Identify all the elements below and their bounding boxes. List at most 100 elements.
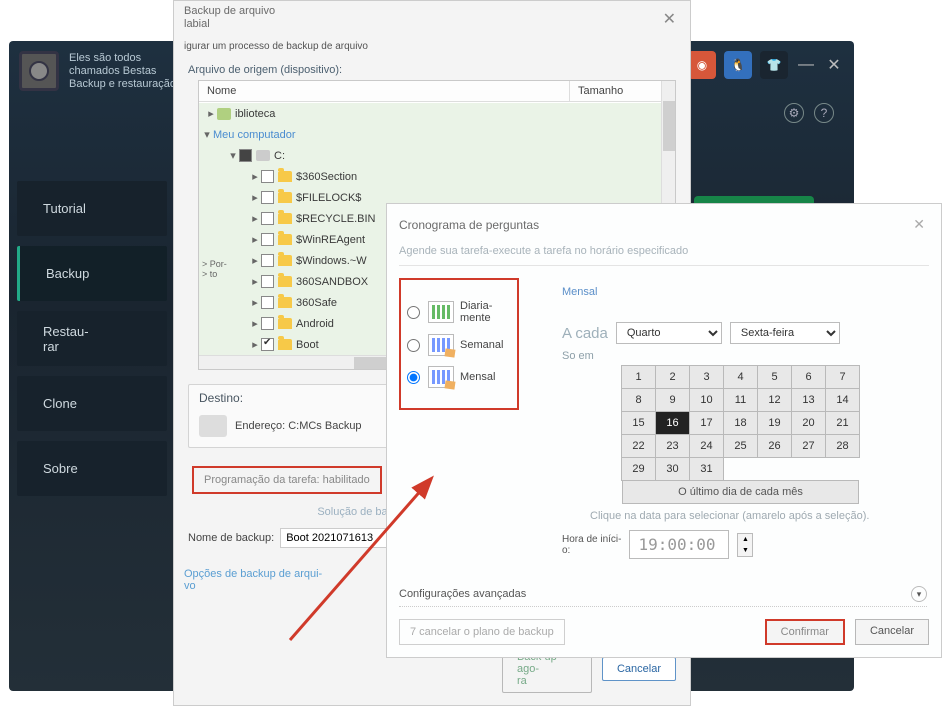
destination-path[interactable]: Endereço: C:MCs Backup [235, 420, 362, 432]
cancel-button[interactable]: Cancelar [602, 657, 676, 681]
calendar-weekly-icon [428, 334, 454, 356]
calendar-day[interactable]: 14 [825, 388, 860, 412]
calendar-day[interactable]: 1 [621, 365, 656, 389]
node-mycomputer[interactable]: Meu computador [213, 129, 296, 141]
calendar-day[interactable]: 25 [723, 434, 758, 458]
options-link[interactable]: Opções de backup de arqui- vo [184, 568, 344, 592]
cancel-button[interactable]: Cancelar [855, 619, 929, 645]
backup-name-label: Nome de backup: [188, 532, 274, 544]
schedule-right-panel: Mensal A cada Quarto Sexta-feira So em 1… [562, 286, 927, 522]
calendar-day[interactable]: 26 [757, 434, 792, 458]
calendar-day[interactable]: 29 [621, 457, 656, 481]
node-drive[interactable]: C: [274, 150, 285, 162]
calendar-day[interactable]: 15 [621, 411, 656, 435]
drive-checkbox[interactable] [239, 149, 252, 162]
calendar-day[interactable]: 27 [791, 434, 826, 458]
calendar-day[interactable]: 2 [655, 365, 690, 389]
advanced-row[interactable]: Configurações avançadas ▾ [399, 586, 927, 607]
calendar-day[interactable]: 8 [621, 388, 656, 412]
sidebar-item-about[interactable]: Sobre [17, 441, 167, 496]
app-icon [19, 51, 59, 91]
calendar-day[interactable]: 31 [689, 457, 724, 481]
calendar-day[interactable]: 30 [655, 457, 690, 481]
calendar-day[interactable]: 24 [689, 434, 724, 458]
folder-checkbox[interactable] [261, 191, 274, 204]
period-options: Diaria- mente Semanal Mensal [399, 278, 519, 410]
label-monthly: Mensal [460, 371, 495, 383]
start-time-input[interactable] [629, 530, 729, 559]
share-icon[interactable]: ◉ [688, 51, 716, 79]
tree-header: Nome Tamanho [199, 81, 675, 102]
theme-icon[interactable]: 👕 [760, 51, 788, 79]
folder-checkbox[interactable] [261, 296, 274, 309]
calendar-day[interactable]: 3 [689, 365, 724, 389]
folder-checkbox[interactable] [261, 170, 274, 183]
schedule-subtitle: Agende sua tarefa-execute a tarefa no ho… [387, 245, 941, 265]
folder-checkbox[interactable] [261, 233, 274, 246]
cancel-plan-button[interactable]: 7 cancelar o plano de backup [399, 619, 565, 645]
calendar-day[interactable]: 11 [723, 388, 758, 412]
radio-daily[interactable] [407, 306, 420, 319]
header-actions: ⚙ ? [784, 103, 834, 123]
tree-folder-row[interactable]: ▸$360Section [199, 166, 661, 187]
folder-name: $FILELOCK$ [296, 192, 361, 204]
sidebar-item-tutorial[interactable]: Tutorial [17, 181, 167, 236]
close-icon[interactable]: ✕ [659, 5, 680, 33]
confirm-button[interactable]: Confirmar [765, 619, 845, 645]
calendar-day[interactable]: 17 [689, 411, 724, 435]
chevron-down-icon[interactable]: ▾ [911, 586, 927, 602]
calendar-day[interactable]: 4 [723, 365, 758, 389]
radio-monthly[interactable] [407, 371, 420, 384]
calendar-day[interactable]: 20 [791, 411, 826, 435]
destination-drive-icon [199, 415, 227, 437]
calendar-day[interactable]: 6 [791, 365, 826, 389]
dialog-title: Backup de arquivo labial [184, 5, 275, 31]
calendar-day[interactable]: 19 [757, 411, 792, 435]
folder-icon [278, 213, 292, 224]
select-weekday[interactable]: Sexta-feira [730, 322, 840, 344]
select-week[interactable]: Quarto [616, 322, 722, 344]
drive-icon [256, 150, 270, 161]
folder-icon [278, 339, 292, 350]
schedule-status[interactable]: Programação da tarefa: habilitado [192, 466, 382, 494]
side-note: > Por- > to [202, 259, 246, 279]
sidebar-item-restore[interactable]: Restau- rar [17, 311, 167, 366]
sidebar-item-backup[interactable]: Backup [17, 246, 167, 301]
calendar-day[interactable]: 9 [655, 388, 690, 412]
folder-checkbox[interactable] [261, 275, 274, 288]
folder-name: Android [296, 318, 334, 330]
qq-icon[interactable]: 🐧 [724, 51, 752, 79]
folder-checkbox[interactable] [261, 254, 274, 267]
calendar-grid: 1234567891011121314151617181920212223242… [622, 366, 927, 481]
calendar-day[interactable]: 16 [655, 411, 690, 435]
last-day-button[interactable]: O último dia de cada mês [622, 480, 859, 504]
calendar-day[interactable]: 21 [825, 411, 860, 435]
minimize-button[interactable]: — [796, 55, 816, 75]
folder-name: 360Safe [296, 297, 337, 309]
time-stepper[interactable]: ▲▼ [737, 533, 753, 557]
calendar-day[interactable]: 13 [791, 388, 826, 412]
calendar-day[interactable]: 7 [825, 365, 860, 389]
folder-checkbox[interactable] [261, 338, 274, 351]
library-icon [217, 108, 231, 120]
folder-checkbox[interactable] [261, 212, 274, 225]
calendar-day[interactable]: 12 [757, 388, 792, 412]
calendar-day[interactable]: 23 [655, 434, 690, 458]
gear-icon[interactable]: ⚙ [784, 103, 804, 123]
folder-name: $RECYCLE.BIN [296, 213, 375, 225]
calendar-day[interactable]: 28 [825, 434, 860, 458]
sidebar-item-clone[interactable]: Clone [17, 376, 167, 431]
schedule-title: Cronograma de perguntas [399, 218, 539, 232]
calendar-day[interactable]: 18 [723, 411, 758, 435]
help-icon[interactable]: ? [814, 103, 834, 123]
close-icon[interactable]: ✕ [909, 212, 929, 237]
schedule-bottom: 7 cancelar o plano de backup Confirmar C… [399, 619, 929, 645]
folder-checkbox[interactable] [261, 317, 274, 330]
calendar-day[interactable]: 10 [689, 388, 724, 412]
folder-name: $360Section [296, 171, 357, 183]
calendar-day[interactable]: 22 [621, 434, 656, 458]
calendar-day[interactable]: 5 [757, 365, 792, 389]
close-button[interactable]: ✕ [824, 55, 844, 75]
node-library[interactable]: iblioteca [235, 108, 275, 120]
radio-weekly[interactable] [407, 339, 420, 352]
